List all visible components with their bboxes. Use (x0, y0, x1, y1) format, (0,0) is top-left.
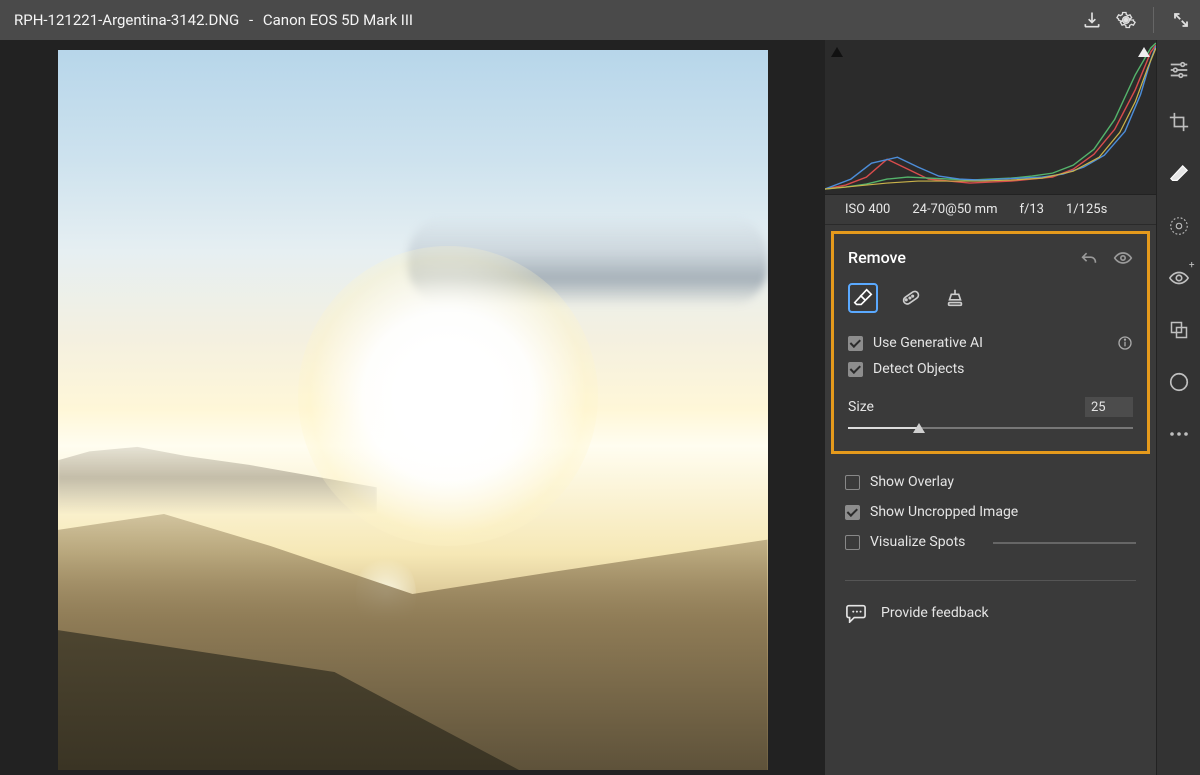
visualize-spots-slider[interactable] (993, 542, 1136, 544)
fullscreen-icon[interactable] (1170, 9, 1192, 31)
eraser-icon[interactable] (1167, 162, 1191, 186)
remove-tool-group (848, 283, 1133, 313)
eraser-tool-button[interactable] (848, 283, 878, 313)
gear-icon[interactable] (1115, 9, 1137, 31)
document-title: RPH-121221-Argentina-3142.DNG - Canon EO… (14, 11, 413, 29)
tool-rail: + (1156, 40, 1200, 775)
presets-icon[interactable] (1167, 318, 1191, 342)
histogram[interactable] (825, 40, 1156, 195)
use-generative-ai-row: Use Generative AI (848, 335, 1133, 351)
use-generative-ai-checkbox[interactable] (848, 336, 863, 351)
exif-iso: ISO 400 (845, 202, 890, 217)
exif-shutter: 1/125s (1066, 202, 1107, 217)
heal-tool-button[interactable] (894, 283, 924, 313)
clone-stamp-tool-button[interactable] (940, 283, 970, 313)
camera-model: Canon EOS 5D Mark III (263, 11, 413, 29)
photo-preview (58, 50, 768, 770)
download-icon[interactable] (1081, 9, 1103, 31)
detect-objects-checkbox[interactable] (848, 362, 863, 377)
show-overlay-checkbox[interactable] (845, 475, 860, 490)
use-generative-ai-label: Use Generative AI (873, 335, 983, 351)
show-overlay-label: Show Overlay (870, 474, 954, 490)
size-slider[interactable] (848, 421, 1133, 435)
header-divider (1153, 7, 1154, 33)
info-icon[interactable] (1117, 335, 1133, 351)
redeye-icon[interactable]: + (1167, 266, 1191, 290)
visualize-spots-label: Visualize Spots (870, 534, 965, 550)
exif-row: ISO 400 24-70@50 mm f/13 1/125s (825, 195, 1156, 225)
size-slider-thumb[interactable] (913, 423, 925, 433)
filename: RPH-121221-Argentina-3142.DNG (14, 11, 239, 29)
sliders-icon[interactable] (1167, 58, 1191, 82)
detect-objects-label: Detect Objects (873, 361, 964, 377)
show-uncropped-checkbox[interactable] (845, 505, 860, 520)
visualize-spots-row: Visualize Spots (845, 534, 1136, 550)
visibility-icon[interactable] (1113, 250, 1133, 266)
remove-panel-title: Remove (848, 248, 906, 267)
plus-badge-icon: + (1189, 260, 1195, 271)
canvas-area[interactable] (0, 40, 825, 775)
provide-feedback-label: Provide feedback (881, 605, 989, 621)
size-row: Size (848, 397, 1133, 417)
provide-feedback-button[interactable]: Provide feedback (825, 581, 1156, 645)
right-panel: ISO 400 24-70@50 mm f/13 1/125s Remove (825, 40, 1156, 775)
size-label: Size (848, 399, 874, 415)
visualize-spots-checkbox[interactable] (845, 535, 860, 550)
size-input[interactable] (1085, 397, 1133, 417)
chat-icon (845, 603, 867, 623)
undo-icon[interactable] (1079, 250, 1099, 266)
exif-lens: 24-70@50 mm (912, 202, 997, 217)
shadow-clip-indicator[interactable] (829, 44, 845, 60)
show-uncropped-row: Show Uncropped Image (845, 504, 1136, 520)
highlight-clip-indicator[interactable] (1136, 44, 1152, 60)
detect-objects-row: Detect Objects (848, 361, 1133, 377)
show-uncropped-label: Show Uncropped Image (870, 504, 1018, 520)
title-separator: - (243, 11, 259, 29)
exif-aperture: f/13 (1019, 202, 1044, 217)
header-bar: RPH-121221-Argentina-3142.DNG - Canon EO… (0, 0, 1200, 40)
radial-mask-icon[interactable] (1167, 214, 1191, 238)
more-icon[interactable] (1167, 422, 1191, 446)
lens-blur-icon[interactable] (1167, 370, 1191, 394)
remove-panel: Remove (831, 231, 1150, 454)
show-overlay-row: Show Overlay (845, 474, 1136, 490)
crop-icon[interactable] (1167, 110, 1191, 134)
